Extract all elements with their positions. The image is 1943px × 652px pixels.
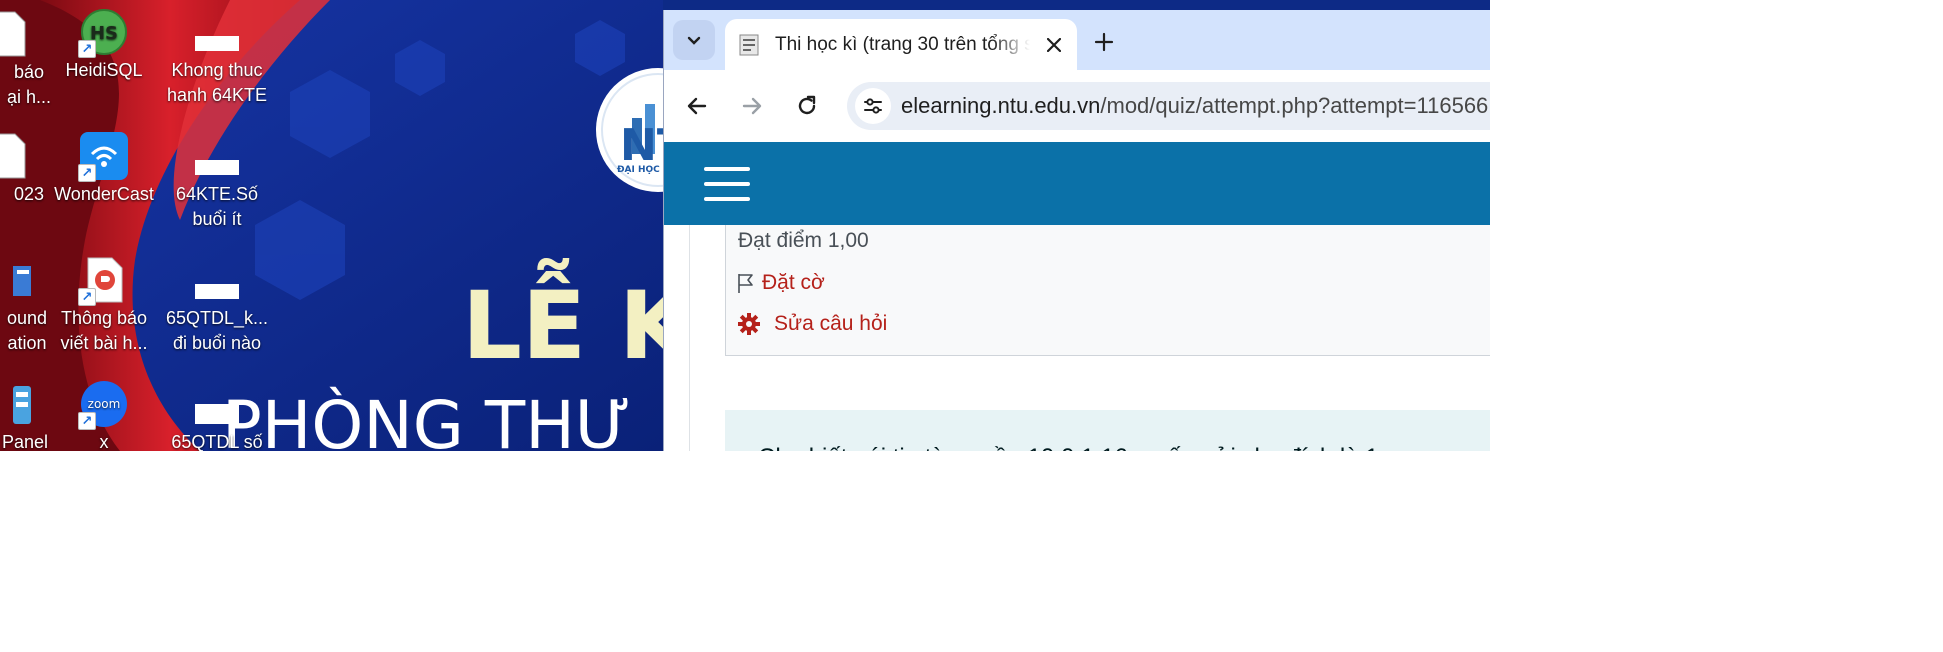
question-text: Cho biết gói tin từ nguồn 10.0.1.16 muốn… (758, 442, 1379, 451)
flag-question-label: Đặt cờ (762, 271, 825, 294)
desktop-icon-label: WonderCast (54, 184, 154, 204)
desktop-icon-label: 64KTE.Số (175, 184, 259, 204)
tab-strip: Thi học kì (trang 30 trên tổng số (664, 10, 1490, 70)
pdf-icon: ↗ (78, 256, 128, 306)
hamburger-menu-icon[interactable] (704, 167, 750, 201)
screen: NT ĐẠI HỌC LỄ K PHÒNG THƯ báo ại h... 02… (0, 0, 1490, 451)
shortcut-arrow-icon: ↗ (78, 288, 96, 306)
wondercast-icon: ↗ (78, 132, 128, 182)
desktop: NT ĐẠI HỌC LỄ K PHÒNG THƯ báo ại h... 02… (0, 0, 663, 451)
browser-window: Thi học kì (trang 30 trên tổng số elearn… (663, 10, 1490, 451)
desktop-icon-label: 65QTDL_k... (165, 308, 269, 328)
back-arrow-icon (687, 97, 707, 115)
desktop-icon-label: buổi ít (192, 209, 242, 229)
tab-search-button[interactable] (673, 20, 715, 60)
document-icon (0, 10, 31, 58)
shortcut-arrow-icon: ↗ (78, 412, 96, 430)
new-tab-button[interactable] (1089, 27, 1119, 57)
web-page: Đạt điểm 1,00 Đặt cờ Sửa câu hỏi (664, 142, 1490, 451)
reload-button[interactable] (785, 84, 829, 128)
desktop-icon-wondercast[interactable]: ↗ WonderCast (49, 132, 159, 207)
desktop-icon-label: Thông báo (60, 308, 148, 328)
forward-arrow-icon (742, 97, 762, 115)
reload-icon (798, 95, 816, 115)
url-host: elearning.ntu.edu.vn (901, 93, 1101, 118)
question-content: Cho biết gói tin từ nguồn 10.0.1.16 muốn… (725, 410, 1490, 451)
desktop-icon-label: x (99, 432, 109, 451)
edit-question-label: Sửa câu hỏi (774, 312, 888, 335)
tune-icon (864, 98, 882, 114)
plus-icon (1094, 32, 1114, 52)
shortcut-arrow-icon: ↗ (78, 164, 96, 182)
back-button[interactable] (675, 84, 719, 128)
browser-toolbar: elearning.ntu.edu.vn/mod/quiz/attempt.ph… (664, 70, 1490, 142)
close-icon (1047, 38, 1061, 52)
wallpaper-headline: LỄ K (462, 257, 663, 381)
site-info-button[interactable] (855, 88, 891, 124)
zoom-icon: zoom ↗ (78, 380, 128, 430)
app-icon (0, 256, 31, 304)
desktop-icon-file[interactable]: Khong thuc hanh 64KTE (162, 8, 272, 108)
forward-button[interactable] (730, 84, 774, 128)
desktop-icon-label: HeidiSQL (65, 60, 143, 80)
desktop-icon-pdf[interactable]: ↗ Thông báo viết bài h... (49, 256, 159, 356)
desktop-icon-label: ại h... (6, 87, 52, 107)
url-path: /mod/quiz/attempt.php?attempt=116566... (1100, 93, 1490, 118)
desktop-icon-label: viết bài h... (60, 333, 148, 353)
edit-question-link[interactable]: Sửa câu hỏi (738, 310, 887, 338)
tab-close-button[interactable] (1041, 32, 1067, 58)
chevron-down-icon (687, 36, 701, 45)
address-bar[interactable]: elearning.ntu.edu.vn/mod/quiz/attempt.ph… (847, 82, 1490, 130)
file-icon (193, 132, 241, 180)
desktop-icon-file[interactable]: 65QTDL_k... đi buổi nào (162, 256, 272, 356)
question-mark: Đạt điểm 1,00 (738, 229, 869, 252)
shortcut-arrow-icon: ↗ (78, 40, 96, 58)
desktop-icon-label: Khong thuc (171, 60, 263, 80)
desktop-icon-label: 65QTDL số (171, 432, 263, 451)
desktop-icon-file[interactable]: 65QTDL số (162, 380, 272, 451)
browser-tab[interactable]: Thi học kì (trang 30 trên tổng số (725, 19, 1077, 70)
desktop-icon-heidisql[interactable]: HS ↗ HeidiSQL (49, 8, 159, 83)
desktop-icon-file[interactable]: 64KTE.Số buổi ít (162, 132, 272, 232)
file-icon (193, 8, 241, 56)
gear-icon (738, 313, 760, 335)
desktop-icon-label: đi buổi nào (172, 333, 262, 353)
question-info: Đạt điểm 1,00 Đặt cờ Sửa câu hỏi (725, 225, 1490, 356)
drawer-divider (689, 225, 690, 451)
document-icon (0, 132, 31, 180)
heidisql-icon: HS ↗ (78, 8, 128, 58)
flag-icon (738, 274, 753, 293)
tab-favicon-icon (739, 34, 759, 56)
file-icon (193, 380, 241, 428)
flag-question-link[interactable]: Đặt cờ (736, 269, 825, 297)
url-text: elearning.ntu.edu.vn/mod/quiz/attempt.ph… (901, 93, 1490, 119)
tab-title: Thi học kì (trang 30 trên tổng số (775, 34, 1030, 55)
site-navbar (664, 142, 1490, 225)
desktop-icon-label: hanh 64KTE (166, 85, 268, 105)
wallpaper-subline: PHÒNG THƯ (222, 387, 631, 451)
logo-text: NT (620, 120, 663, 171)
logo-caption: ĐẠI HỌC (617, 165, 660, 175)
control-panel-icon (0, 380, 31, 428)
zoom-badge: zoom (88, 397, 121, 411)
file-icon (193, 256, 241, 304)
desktop-icon-zoom[interactable]: zoom ↗ x (49, 380, 159, 451)
